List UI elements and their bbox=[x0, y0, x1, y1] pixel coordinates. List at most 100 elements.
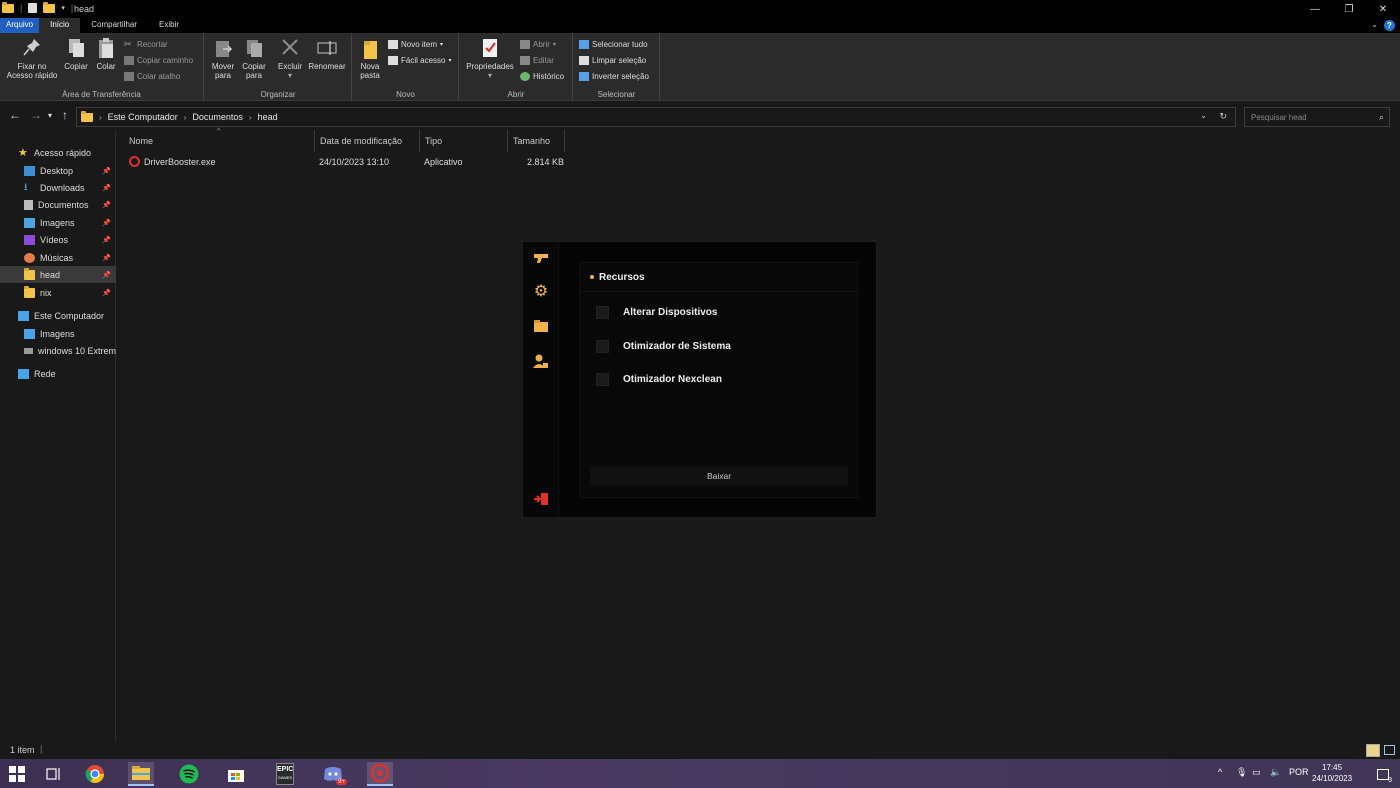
nav-item-downloads[interactable]: ⭳ Downloads 📌 bbox=[0, 179, 116, 196]
start-windows-icon[interactable] bbox=[4, 762, 30, 786]
history-button[interactable]: Histórico bbox=[520, 72, 564, 81]
network-icon[interactable]: ▭ bbox=[1252, 767, 1261, 778]
large-icons-view-icon[interactable] bbox=[1384, 745, 1395, 755]
feature-alterar-dispositivos[interactable]: Alterar Dispositivos bbox=[596, 306, 717, 319]
show-hidden-icons-chevron-icon[interactable]: ^ bbox=[1218, 767, 1222, 777]
details-view-icon[interactable] bbox=[1366, 744, 1380, 757]
network-icon bbox=[18, 368, 29, 379]
nav-item-musicas[interactable]: Músicas 📌 bbox=[0, 249, 116, 266]
feature-otimizador-sistema[interactable]: Otimizador de Sistema bbox=[596, 340, 731, 353]
open-icon bbox=[520, 40, 530, 49]
clock-time: 17:45 bbox=[1322, 763, 1343, 772]
back-arrow-icon[interactable]: ← bbox=[9, 108, 21, 122]
task-view-icon[interactable] bbox=[40, 762, 66, 786]
tab-arquivo[interactable]: Arquivo bbox=[0, 18, 40, 33]
exit-icon[interactable] bbox=[533, 491, 549, 507]
clock[interactable]: 17:45 24/10/2023 bbox=[1312, 762, 1352, 784]
checkbox[interactable] bbox=[596, 373, 609, 386]
table-row[interactable]: DriverBooster.exe 24/10/2023 13:10 Aplic… bbox=[117, 130, 567, 178]
scissors-icon: ✂ bbox=[124, 39, 132, 49]
driverbooster-app-icon[interactable] bbox=[367, 762, 393, 786]
search-input[interactable]: Pesquisar head ⌕ bbox=[1244, 107, 1390, 127]
nav-item-videos[interactable]: Vídeos 📌 bbox=[0, 231, 116, 248]
paste-shortcut-button[interactable]: Colar atalho bbox=[124, 72, 180, 81]
tab-inicio[interactable]: Início bbox=[39, 18, 81, 33]
copy-to-button[interactable]: Copiar para bbox=[239, 37, 269, 80]
collapse-ribbon-icon[interactable]: ⌄ bbox=[1371, 20, 1378, 29]
copy-button[interactable]: Copiar bbox=[60, 37, 92, 71]
file-name: DriverBooster.exe bbox=[144, 157, 216, 167]
edit-button[interactable]: Editar bbox=[520, 56, 554, 65]
address-dropdown-chevron-icon[interactable]: ⌄ bbox=[1200, 111, 1207, 120]
new-folder-icon[interactable] bbox=[43, 1, 56, 13]
tab-exibir[interactable]: Exibir bbox=[148, 18, 190, 33]
volume-icon[interactable]: 🔈 bbox=[1270, 767, 1281, 778]
checkbox[interactable] bbox=[596, 306, 609, 319]
breadcrumb-documentos[interactable]: Documentos bbox=[192, 112, 243, 122]
gun-icon[interactable] bbox=[533, 250, 549, 266]
close-button[interactable]: ✕ bbox=[1366, 0, 1400, 18]
maximize-button[interactable]: ❐ bbox=[1332, 0, 1366, 18]
music-icon bbox=[24, 252, 35, 263]
microphone-icon[interactable]: 🎙 bbox=[1236, 767, 1247, 778]
properties-button[interactable]: Propriedades ▾ bbox=[462, 37, 518, 80]
pin-quick-access-button[interactable]: Fixar no Acesso rápido bbox=[4, 37, 60, 80]
copy-path-button[interactable]: Copiar caminho bbox=[124, 56, 193, 65]
chrome-icon[interactable] bbox=[82, 762, 108, 786]
customize-toolbar-icon[interactable]: ▾ bbox=[61, 4, 65, 12]
discord-icon[interactable]: 9+ bbox=[320, 762, 347, 786]
minimize-button[interactable]: — bbox=[1298, 0, 1332, 18]
nav-pc-drive[interactable]: windows 10 Extrem bbox=[0, 342, 116, 359]
nav-item-documentos[interactable]: Documentos 📌 bbox=[0, 196, 116, 213]
tab-compartilhar[interactable]: Compartilhar bbox=[80, 18, 148, 33]
address-bar[interactable]: › Este Computador › Documentos › head ⌄ … bbox=[76, 107, 1236, 127]
baixar-button[interactable]: Baixar bbox=[590, 466, 848, 486]
up-arrow-icon[interactable]: ↑ bbox=[62, 108, 68, 122]
delete-button[interactable]: Excluir ▾ bbox=[273, 37, 307, 80]
new-folder-button[interactable]: Nova pasta bbox=[355, 37, 385, 80]
easy-access-button[interactable]: Fácil acesso ▾ bbox=[388, 56, 451, 65]
nav-quick-access[interactable]: ★ Acesso rápido bbox=[0, 144, 116, 161]
cut-button[interactable]: ✂ Recortar bbox=[124, 39, 168, 50]
notifications-icon[interactable]: 3 bbox=[1370, 762, 1396, 786]
nav-item-head[interactable]: head 📌 bbox=[0, 266, 116, 283]
pin-icon: 📌 bbox=[102, 271, 111, 279]
refresh-icon[interactable]: ↻ bbox=[1219, 111, 1227, 122]
breadcrumb-este-computador[interactable]: Este Computador bbox=[108, 112, 178, 122]
paste-button[interactable]: Colar bbox=[92, 37, 120, 71]
nav-item-nix[interactable]: nix 📌 bbox=[0, 284, 116, 301]
epic-games-icon[interactable]: EPIC GAMES bbox=[272, 762, 298, 786]
rename-button[interactable]: Renomear bbox=[307, 37, 347, 71]
accent-dot bbox=[590, 275, 594, 279]
nav-rede[interactable]: Rede bbox=[0, 365, 116, 382]
invert-selection-button[interactable]: Inverter seleção bbox=[579, 72, 649, 81]
help-icon[interactable]: ? bbox=[1384, 20, 1395, 31]
language-indicator[interactable]: POR bbox=[1289, 767, 1309, 777]
microsoft-store-icon[interactable] bbox=[223, 762, 249, 786]
star-icon: ★ bbox=[18, 146, 28, 159]
nav-item-desktop[interactable]: Desktop 📌 bbox=[0, 162, 116, 179]
user-lock-icon[interactable] bbox=[533, 353, 549, 369]
nav-este-computador[interactable]: Este Computador bbox=[0, 307, 116, 324]
nav-pc-imagens[interactable]: Imagens bbox=[0, 325, 116, 342]
checkbox[interactable] bbox=[596, 340, 609, 353]
gear-icon[interactable]: ⚙ bbox=[533, 284, 549, 300]
clear-selection-button[interactable]: Limpar seleção bbox=[579, 56, 646, 65]
properties-icon[interactable] bbox=[28, 3, 38, 13]
edit-icon bbox=[520, 56, 530, 65]
select-all-button[interactable]: Selecionar tudo bbox=[579, 40, 648, 49]
forward-arrow-icon[interactable]: → bbox=[30, 108, 42, 122]
clipboard-group-label: Área de Transferência bbox=[62, 90, 141, 99]
feature-otimizador-nexclean[interactable]: Otimizador Nexclean bbox=[596, 373, 722, 386]
folder-icon bbox=[24, 267, 35, 280]
file-size: 2.814 KB bbox=[527, 157, 565, 167]
nav-item-imagens[interactable]: Imagens 📌 bbox=[0, 214, 116, 231]
folder-icon[interactable] bbox=[533, 318, 549, 334]
move-to-button[interactable]: Mover para bbox=[207, 37, 239, 80]
new-item-button[interactable]: Novo item ▾ bbox=[388, 40, 443, 49]
file-explorer-icon[interactable] bbox=[128, 762, 154, 786]
spotify-icon[interactable] bbox=[176, 762, 202, 786]
breadcrumb-head[interactable]: head bbox=[258, 112, 278, 122]
open-button[interactable]: Abrir ▾ bbox=[520, 40, 556, 49]
recent-locations-chevron-icon[interactable]: ▾ bbox=[48, 111, 52, 120]
